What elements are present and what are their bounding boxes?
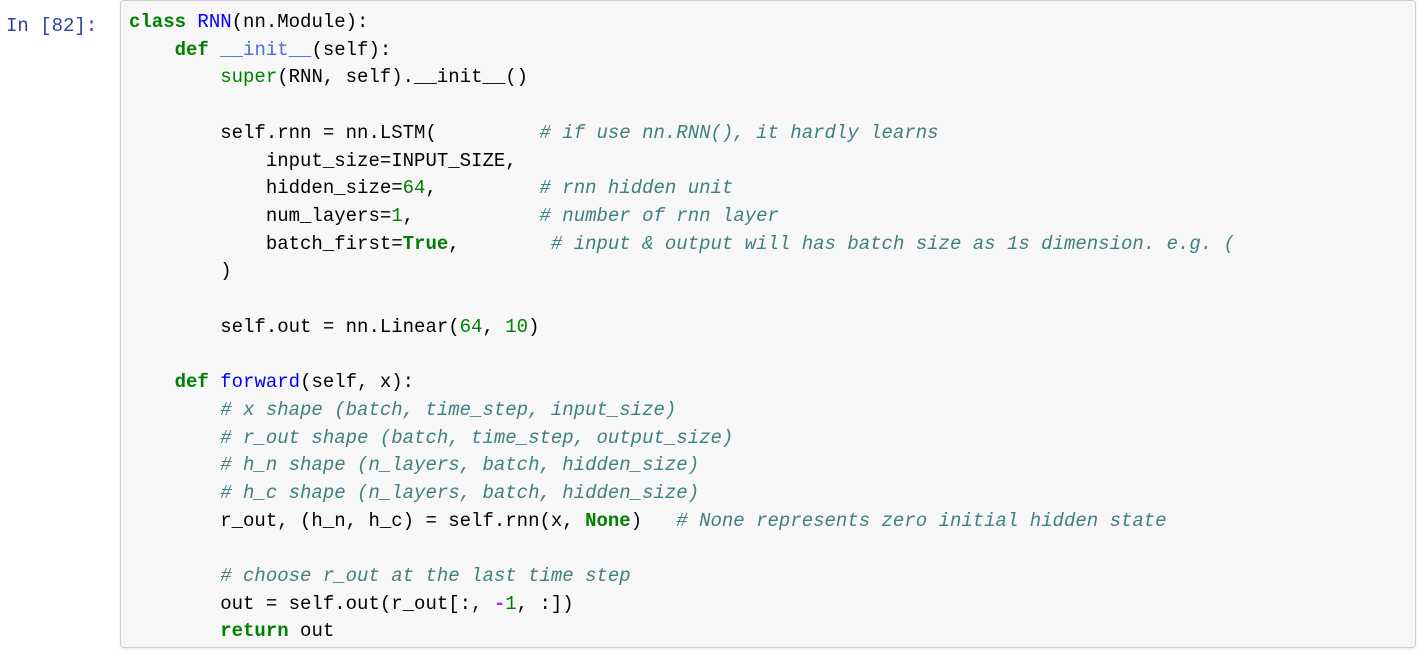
code-token-keyword: def	[174, 38, 209, 61]
code-token-comment: # r_out shape (batch, time_step, output_…	[220, 426, 734, 449]
code-line: out = self.out(r_out[:, -1, :])	[129, 591, 1415, 619]
code-token-plain: , :])	[516, 592, 574, 615]
code-line: num_layers=1, # number of rnn layer	[129, 203, 1415, 231]
code-token-plain: (RNN, self).__init__()	[277, 66, 529, 89]
code-token-number: 1	[505, 592, 517, 615]
code-line: self.out = nn.Linear(64, 10)	[129, 314, 1415, 342]
code-token-bool: True	[402, 232, 449, 255]
execution-count-prompt: In [82]:	[6, 15, 98, 37]
code-token-plain: ,	[402, 204, 540, 227]
code-token-number: 64	[402, 177, 426, 200]
code-line: # x shape (batch, time_step, input_size)	[129, 397, 1415, 425]
code-line: def __init__(self):	[129, 37, 1415, 65]
code-token-plain: (self, x):	[300, 371, 415, 394]
code-token-magic: __init__	[220, 38, 312, 61]
code-token-plain: )	[630, 509, 677, 532]
code-token-comment: # h_c shape (n_layers, batch, hidden_siz…	[220, 481, 700, 504]
code-line: input_size=INPUT_SIZE,	[129, 148, 1415, 176]
code-token-plain: out	[288, 620, 335, 643]
code-editor[interactable]: class RNN(nn.Module): def __init__(self)…	[129, 9, 1415, 646]
code-token-number: 64	[459, 315, 483, 338]
code-token-bool: None	[585, 509, 631, 532]
code-token-keyword: return	[220, 620, 289, 643]
code-token-plain: )	[528, 315, 540, 338]
code-line: )	[129, 258, 1415, 286]
code-token-plain: ,	[425, 177, 540, 200]
code-token-comment: # if use nn.RNN(), it hardly learns	[539, 121, 939, 144]
code-line: self.rnn = nn.LSTM( # if use nn.RNN(), i…	[129, 120, 1415, 148]
code-token-plain: ,	[448, 232, 551, 255]
code-line: # r_out shape (batch, time_step, output_…	[129, 425, 1415, 453]
code-token-builtin: super	[220, 66, 278, 89]
code-line: hidden_size=64, # rnn hidden unit	[129, 175, 1415, 203]
code-line: class RNN(nn.Module):	[129, 9, 1415, 37]
code-token-comment: # h_n shape (n_layers, batch, hidden_siz…	[220, 454, 700, 477]
code-line: super(RNN, self).__init__()	[129, 64, 1415, 92]
code-token-plain: batch_first=	[129, 232, 403, 255]
code-line: def forward(self, x):	[129, 369, 1415, 397]
code-token-comment: # rnn hidden unit	[539, 177, 734, 200]
prompt-gutter: In [82]:	[0, 0, 120, 41]
code-token-plain: (self):	[311, 38, 392, 61]
code-token-comment: # None represents zero initial hidden st…	[676, 509, 1167, 532]
code-token-plain: (nn.Module):	[231, 11, 369, 33]
code-token-classname: RNN	[197, 11, 232, 33]
code-token-plain: self.out = nn.Linear(	[129, 315, 460, 338]
code-line: r_out, (h_n, h_c) = self.rnn(x, None) # …	[129, 508, 1415, 536]
code-token-plain: out = self.out(r_out[:,	[129, 592, 494, 615]
code-token-comment: # choose r_out at the last time step	[220, 565, 631, 588]
code-token-plain: )	[129, 260, 232, 283]
code-token-plain: r_out, (h_n, h_c) = self.rnn(x,	[129, 509, 586, 532]
code-token-comment: # number of rnn layer	[539, 204, 779, 227]
code-token-keyword: class	[129, 11, 187, 33]
code-line: # h_c shape (n_layers, batch, hidden_siz…	[129, 480, 1415, 508]
code-token-comment: # x shape (batch, time_step, input_size)	[220, 398, 677, 421]
code-token-operator: -	[493, 592, 506, 615]
code-token-funcname: forward	[220, 371, 301, 394]
code-token-comment: # input & output will has batch size as …	[550, 232, 1236, 255]
code-input-area[interactable]: class RNN(nn.Module): def __init__(self)…	[120, 0, 1416, 648]
code-token-keyword: def	[174, 371, 209, 394]
code-token-plain: ,	[482, 315, 506, 338]
notebook-code-cell[interactable]: In [82]: class RNN(nn.Module): def __ini…	[0, 0, 1425, 657]
code-line: # choose r_out at the last time step	[129, 563, 1415, 591]
code-token-plain: input_size=INPUT_SIZE,	[129, 149, 517, 172]
code-token-plain: hidden_size=	[129, 177, 403, 200]
code-line: batch_first=True, # input & output will …	[129, 231, 1415, 259]
code-token-number: 1	[391, 204, 403, 227]
code-line: # h_n shape (n_layers, batch, hidden_siz…	[129, 452, 1415, 480]
code-line: return out	[129, 618, 1415, 646]
code-token-plain: num_layers=	[129, 204, 392, 227]
code-token-plain: self.rnn = nn.LSTM(	[129, 121, 540, 144]
code-token-number: 10	[505, 315, 529, 338]
